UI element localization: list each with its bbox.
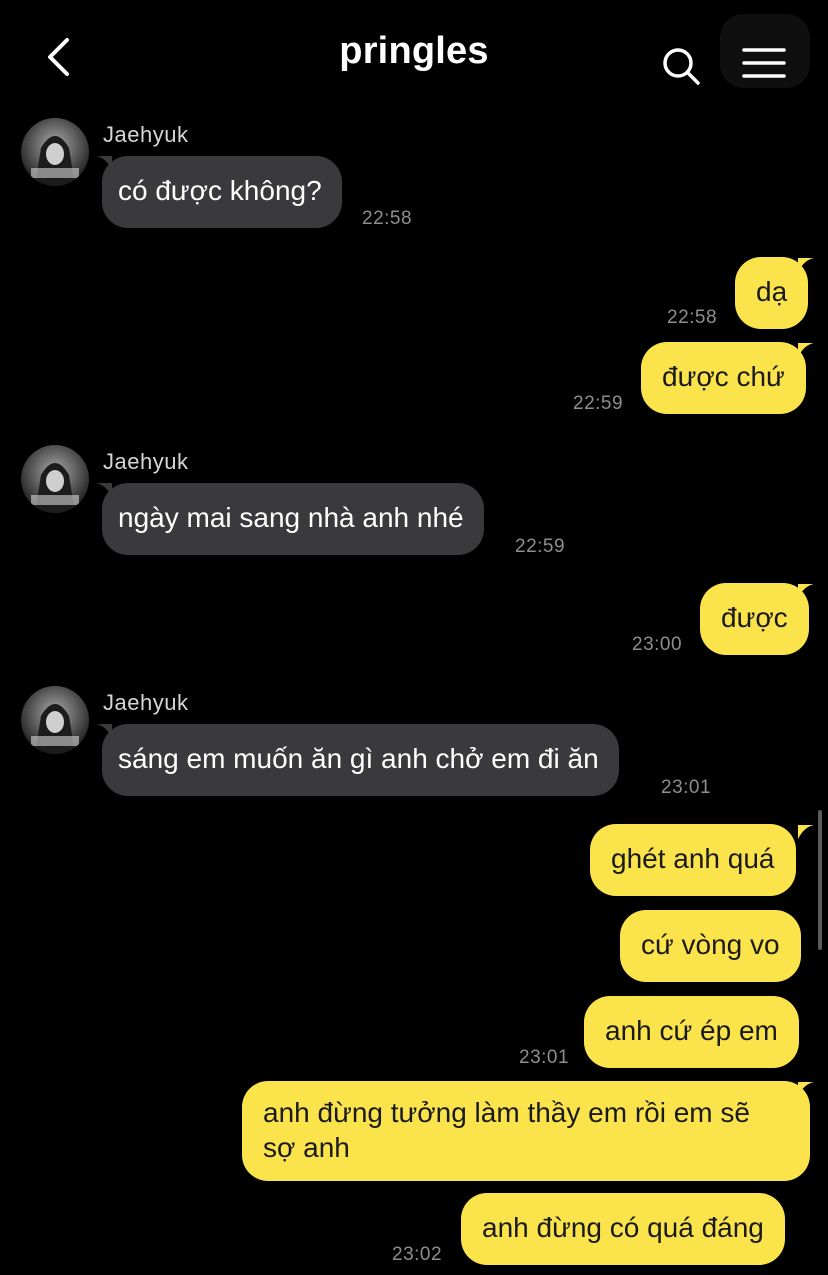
- sender-name: Jaehyuk: [103, 449, 189, 474]
- menu-button[interactable]: [740, 44, 788, 84]
- avatar-image: [31, 136, 79, 186]
- message-bubble-outgoing[interactable]: anh đừng tưởng làm thầy em rồi em sẽ sợ …: [242, 1081, 810, 1181]
- search-icon: [663, 48, 700, 85]
- message-timestamp: 22:59: [573, 393, 624, 414]
- message-timestamp: 22:59: [515, 536, 566, 557]
- search-button[interactable]: [658, 44, 704, 88]
- avatar[interactable]: [21, 118, 89, 186]
- message-bubble-incoming[interactable]: có được không?: [102, 156, 342, 228]
- message-timestamp: 23:01: [661, 777, 712, 798]
- message-bubble-outgoing[interactable]: anh đừng có quá đáng: [461, 1193, 785, 1265]
- message-bubble-incoming[interactable]: ngày mai sang nhà anh nhé: [102, 483, 484, 555]
- message-timestamp: 23:01: [519, 1047, 570, 1068]
- message-bubble-outgoing[interactable]: anh cứ ép em: [584, 996, 799, 1068]
- message-bubble-outgoing[interactable]: ghét anh quá: [590, 824, 796, 896]
- message-bubble-incoming[interactable]: sáng em muốn ăn gì anh chở em đi ăn: [102, 724, 619, 796]
- scrollbar[interactable]: [818, 810, 822, 950]
- sender-name: Jaehyuk: [103, 690, 189, 715]
- message-bubble-outgoing[interactable]: cứ vòng vo: [620, 910, 801, 982]
- avatar-image: [31, 463, 79, 513]
- message-timestamp: 23:00: [632, 634, 683, 655]
- message-timestamp: 22:58: [362, 208, 413, 229]
- avatar[interactable]: [21, 686, 89, 754]
- message-timestamp: 23:02: [392, 1244, 443, 1265]
- message-bubble-outgoing[interactable]: được: [700, 583, 809, 655]
- sender-name: Jaehyuk: [103, 122, 189, 147]
- message-bubble-outgoing[interactable]: được chứ: [641, 342, 806, 414]
- chat-header: pringles: [0, 0, 828, 112]
- avatar-image: [31, 704, 79, 754]
- message-timestamp: 22:58: [667, 307, 718, 328]
- bubble-tail: [798, 825, 814, 839]
- hamburger-menu-icon: [742, 48, 786, 78]
- message-bubble-outgoing[interactable]: dạ: [735, 257, 809, 329]
- avatar[interactable]: [21, 445, 89, 513]
